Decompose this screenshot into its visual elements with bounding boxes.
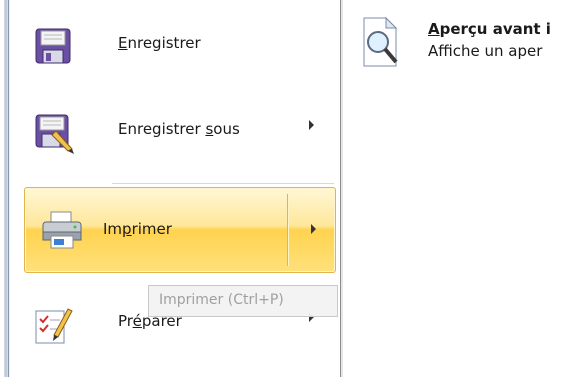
menu-item-save-label: Enregistrer	[118, 34, 201, 52]
printer-icon	[41, 210, 82, 249]
menu-item-save[interactable]: Enregistrer	[14, 14, 334, 76]
menu-separator	[112, 183, 334, 184]
submenu-arrow-icon[interactable]	[311, 224, 316, 234]
menu-item-save-as[interactable]: Enregistrer sous	[14, 100, 334, 162]
floppy-disk-pencil-icon	[34, 113, 74, 154]
menu-item-print-label: Imprimer	[103, 220, 172, 238]
submenu-item-description: Affiche un aper	[428, 42, 543, 60]
split-button-divider	[287, 194, 288, 266]
submenu-item-title[interactable]: Aperçu avant i	[428, 20, 551, 38]
menu-item-save-as-label: Enregistrer sous	[118, 120, 240, 138]
floppy-disk-icon	[34, 27, 72, 65]
application-frame-border	[0, 0, 10, 377]
submenu-arrow-icon	[309, 120, 314, 130]
keyboard-shortcut-tooltip: Imprimer (Ctrl+P)	[148, 285, 338, 317]
pencil-checklist-icon	[34, 305, 73, 344]
magnifier-page-icon	[360, 16, 400, 68]
menu-item-print[interactable]: Imprimer	[24, 187, 336, 273]
